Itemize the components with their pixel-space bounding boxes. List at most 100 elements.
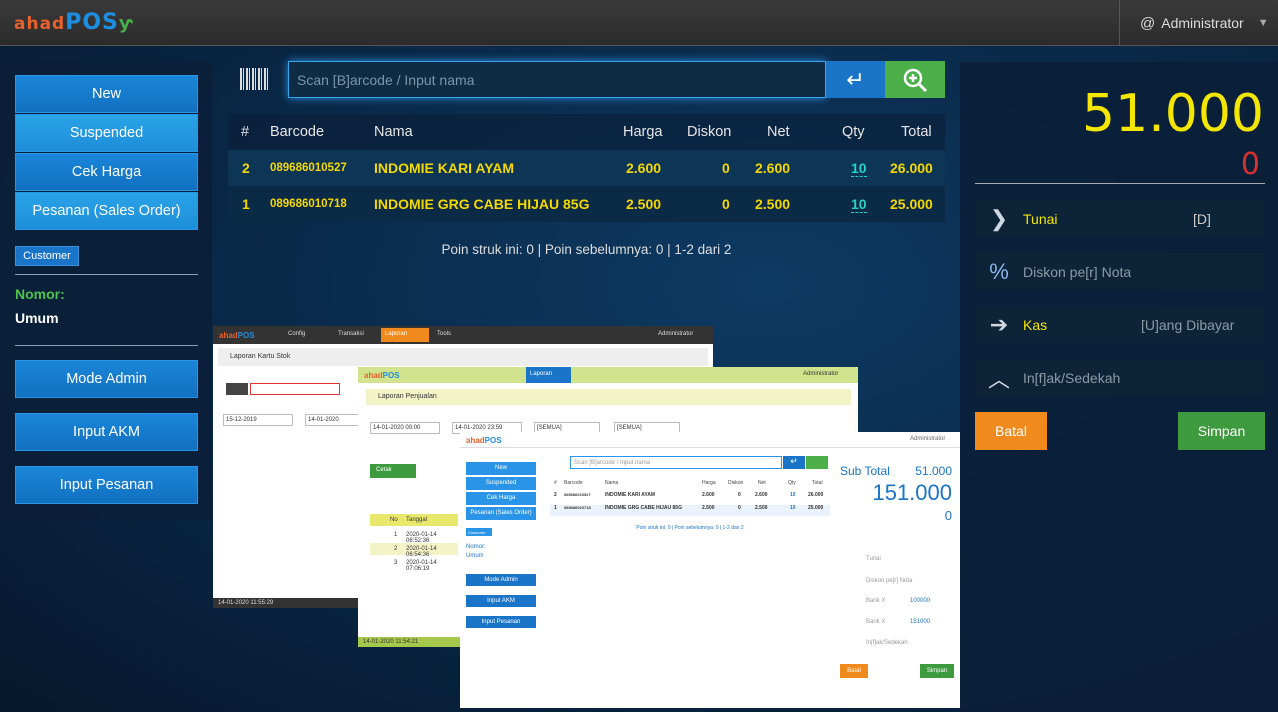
row-qty[interactable]: 10	[851, 160, 867, 177]
col-nama: Nama	[374, 124, 413, 140]
thumb-h-barcode: Barcode	[564, 480, 583, 486]
search-row: ↵	[228, 61, 945, 98]
thumb-h-harga: Harga	[702, 480, 716, 486]
thumb-sampai: 14-01-2020	[305, 414, 365, 426]
thumb-title-bar: Laporan Kartu Stok	[218, 348, 708, 366]
kas-row[interactable]: ➔ Kas [U]ang Dibayar	[975, 306, 1265, 343]
chevron-right-icon: ❯	[989, 205, 1009, 231]
thumb-nomor-value: Umum	[466, 553, 484, 559]
screenshot-pos-light: ahadPOS Administrator New Suspended Cek …	[460, 432, 960, 708]
divider	[15, 274, 198, 275]
change-amount: 0	[1240, 147, 1260, 182]
new-button[interactable]: New	[15, 75, 198, 113]
thumb-r-harga: 2.500	[702, 505, 715, 511]
tunai-row[interactable]: ❯ Tunai [D]	[975, 200, 1265, 237]
diskon-row[interactable]: % Diskon pe[r] Nota	[975, 253, 1265, 290]
search-input[interactable]	[288, 61, 826, 98]
row-harga: 2.500	[626, 196, 662, 212]
thumb-title-bar: Laporan Penjualan	[366, 389, 851, 405]
thumb-grand-total: 151.000	[872, 480, 952, 505]
thumb-dari: 15-12-2019	[223, 414, 293, 426]
thumb-r-net: 2.500	[755, 505, 768, 511]
zoom-button[interactable]	[885, 61, 945, 98]
thumb-h-no: #	[554, 480, 557, 486]
mode-admin-button[interactable]: Mode Admin	[15, 360, 198, 398]
customer-button[interactable]: Customer	[15, 246, 79, 266]
thumb-dari: 14-01-2020 00:00	[370, 422, 440, 434]
thumb-r-total: 25.000	[808, 505, 824, 511]
thumb-menu-laporan: Laporan	[526, 367, 571, 383]
thumb-menu-tools: Tools	[437, 331, 452, 337]
thumb-bank1: Bank X	[866, 598, 886, 604]
thumb-infak: In[f]ak/Sedekah	[866, 640, 908, 646]
pesanan-button[interactable]: Pesanan (Sales Order)	[15, 192, 198, 230]
thumb-r-nama: INDOMIE GRG CABE HIJAU 85G	[605, 505, 682, 511]
items-table: # Barcode Nama Harga Diskon Net Qty Tota…	[228, 114, 945, 222]
thumb-h-diskon: Diskon	[728, 480, 744, 486]
thumb-col-no: No	[390, 517, 398, 523]
row-net: 2.500	[755, 196, 791, 212]
barcode-icon[interactable]	[240, 68, 270, 90]
thumb-mode-admin: Mode Admin	[466, 574, 536, 586]
thumb-batal: Batal	[840, 664, 868, 678]
thumb-subtotal: 51.000	[915, 464, 952, 478]
simpan-button[interactable]: Simpan	[1178, 412, 1265, 450]
thumb-cek-harga-button: Cek Harga	[466, 492, 536, 505]
row-total: 25.000	[890, 196, 933, 212]
discount-tag-icon: %	[989, 258, 1009, 284]
thumb-logo: ahadPOS	[364, 371, 400, 380]
zoom-in-icon	[903, 68, 928, 92]
thumb-r-nama: INDOMIE KARI AYAM	[605, 492, 656, 498]
thumb-subtotal-label: Sub Total	[840, 464, 890, 478]
thumb-row-tanggal: 2020-01-14 07:06:19	[406, 560, 437, 572]
thumb-logo: ahadPOS	[466, 436, 502, 445]
input-akm-button[interactable]: Input AKM	[15, 413, 198, 451]
input-pesanan-button[interactable]: Input Pesanan	[15, 466, 198, 504]
suspended-button[interactable]: Suspended	[15, 114, 198, 152]
thumb-r-no: 2	[554, 492, 557, 498]
row-no: 1	[242, 196, 250, 212]
thumb-r-total: 26.000	[808, 492, 824, 498]
row-diskon: 0	[722, 196, 730, 212]
enter-button[interactable]: ↵	[826, 61, 885, 98]
thumb-r-qty: 10	[790, 505, 796, 511]
thumb-r-diskon: 0	[738, 505, 741, 511]
poin-status: Poin struk ini: 0 | Poin sebelumnya: 0 |…	[441, 242, 732, 257]
table-row[interactable]: 2 089686010527 INDOMIE KARI AYAM 2.600 0…	[228, 150, 945, 186]
thumb-pesanan-button: Pesanan (Sales Order)	[466, 507, 536, 520]
infak-input[interactable]: In[f]ak/Sedekah	[1023, 370, 1120, 386]
tunai-hint: [D]	[1193, 210, 1211, 227]
thumb-menu-config: Config	[288, 331, 306, 337]
col-diskon: Diskon	[687, 124, 732, 140]
row-diskon: 0	[722, 160, 730, 176]
tunai-label: Tunai	[1023, 210, 1058, 227]
batal-button[interactable]: Batal	[975, 412, 1047, 450]
infak-row[interactable]: ︿ In[f]ak/Sedekah	[975, 359, 1265, 396]
col-net: Net	[767, 124, 790, 140]
user-menu[interactable]: @ Administrator ▼	[1119, 0, 1278, 46]
cek-harga-button[interactable]: Cek Harga	[15, 153, 198, 191]
grand-total: 51.000	[1082, 84, 1264, 144]
enter-icon: ↵	[846, 66, 865, 92]
thumb-nomor-label: Nomor:	[466, 544, 486, 550]
col-qty: Qty	[842, 124, 865, 140]
user-name: Administrator	[1161, 15, 1244, 31]
thumb-enter-icon: ↵	[783, 456, 805, 469]
thumb-barcode-icon	[226, 383, 248, 395]
table-row[interactable]: 1 089686010718 INDOMIE GRG CABE HIJAU 85…	[228, 186, 945, 222]
caret-down-icon: ▼	[1257, 17, 1269, 29]
thumb-zoom-icon	[806, 456, 828, 469]
app-logo: ahadPOSƴ	[14, 10, 134, 35]
diskon-input[interactable]: Diskon pe[r] Nota	[1023, 264, 1131, 280]
thumb-r-barcode: 089686010527	[564, 492, 591, 497]
chevron-up-icon: ︿	[987, 366, 1010, 392]
thumb-row: 2 2020-01-14 06:54:36	[370, 543, 458, 558]
thumb-user: Administrator	[658, 331, 694, 337]
thumb-r-no: 1	[554, 505, 557, 511]
kas-input[interactable]: [U]ang Dibayar	[1141, 317, 1234, 333]
row-nama: INDOMIE GRG CABE HIJAU 85G	[374, 196, 590, 212]
thumb-col-tanggal: Tanggal	[406, 517, 428, 523]
thumb-user: Administrator	[910, 436, 946, 442]
thumb-menu-laporan: Laporan	[381, 328, 429, 342]
row-qty[interactable]: 10	[851, 196, 867, 213]
